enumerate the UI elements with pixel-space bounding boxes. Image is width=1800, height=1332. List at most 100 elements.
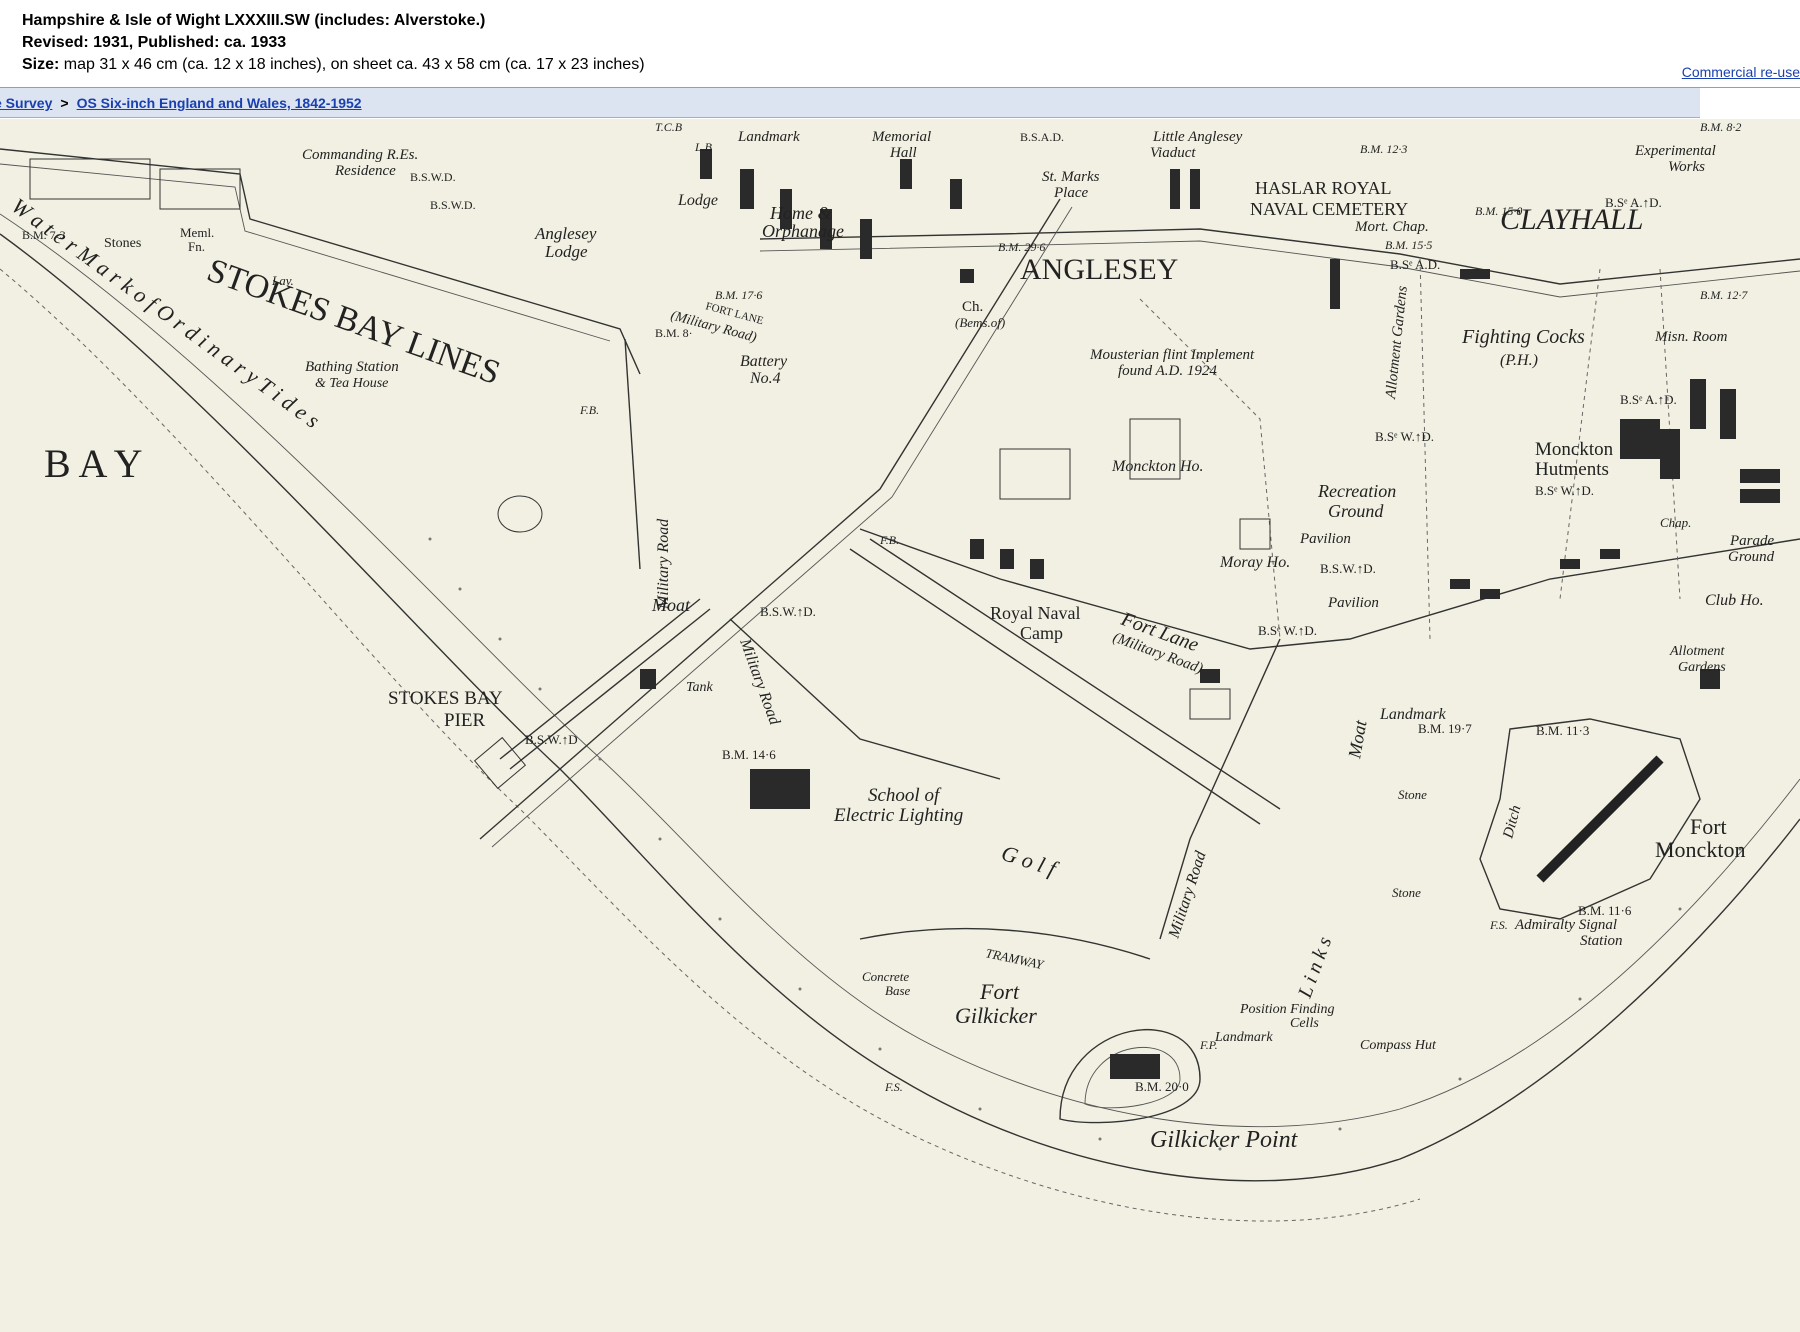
label-tank: Tank — [686, 680, 714, 695]
label-gilkicker-point: Gilkicker Point — [1150, 1127, 1299, 1153]
label-club-ho: Club Ho. — [1705, 592, 1764, 609]
label-experimental: Experimental — [1634, 143, 1716, 159]
label-allotment-gardens: Allotment Gardens — [1383, 285, 1411, 400]
map-info-header: Hampshire & Isle of Wight LXXXIII.SW (in… — [0, 0, 1800, 88]
label-moray-ho: Moray Ho. — [1219, 554, 1290, 571]
label-position-finding: Position Finding — [1239, 1002, 1335, 1017]
label-ch: Ch. — [962, 299, 983, 315]
label-ph: (P.H.) — [1500, 352, 1538, 369]
military-road-1 — [624, 338, 641, 570]
label-bm-82: B.M. 8·2 — [1700, 120, 1741, 134]
label-bm-176: B.M. 17·6 — [715, 288, 762, 302]
label-ditch: Ditch — [1500, 804, 1524, 841]
minor-path-3 — [1559, 268, 1601, 600]
label-bsa-2: B.Sᵉ A.↑D. — [1620, 392, 1677, 407]
breadcrumb-series-link[interactable]: OS Six-inch England and Wales, 1842-1952 — [77, 95, 362, 111]
label-fighting-cocks: Fighting Cocks — [1461, 326, 1585, 348]
label-bsw-3: B.S.W.↑D. — [760, 604, 816, 619]
label-moat-2: Moat — [1344, 718, 1371, 761]
label-works: Works — [1668, 159, 1705, 175]
label-commanding: Commanding R.Es. — [302, 147, 418, 163]
fort-monckton-block — [1536, 755, 1664, 883]
label-bm-116: B.M. 11·6 — [1578, 903, 1632, 918]
label-pavilion-2: Pavilion — [1327, 595, 1379, 611]
label-admiralty: Admiralty Signal — [1514, 917, 1617, 933]
fort-gilkicker-building — [1110, 1054, 1160, 1079]
label-fort-monckton: Fort — [1690, 814, 1727, 839]
label-bsa-4: B.Sᵉ A.D. — [1390, 257, 1440, 272]
label-royal-naval: Royal Naval — [990, 603, 1080, 623]
label-bsw-6: B.Sᵉ W.↑D. — [1258, 623, 1317, 638]
label-residence: Residence — [334, 163, 396, 179]
label-fp: F.P. — [1199, 1038, 1218, 1052]
label-anglesey: ANGLESEY — [1020, 253, 1178, 286]
label-stones: Stones — [104, 236, 141, 251]
label-haslar: HASLAR ROYAL — [1255, 178, 1392, 198]
map-image[interactable]: STOKES BAY LINES B A Y W a t e r M a r k… — [0, 119, 1800, 1332]
road-clayhall-2 — [759, 240, 1800, 298]
label-concrete: Concrete — [862, 969, 909, 984]
label-military-road-3: Military Road — [1165, 848, 1210, 941]
label-monckton-hutments: Monckton — [1535, 439, 1614, 460]
label-lb: L.B — [694, 140, 713, 154]
label-bsw-4: B.S.W.↑D. — [1320, 561, 1376, 576]
commercial-reuse-link[interactable]: Commercial re-use — [1682, 64, 1800, 80]
pond — [497, 495, 543, 533]
label-stone-1: Stone — [1398, 787, 1427, 802]
label-anglesey-lodge-2: Lodge — [544, 242, 588, 261]
label-bm-127: B.M. 12·7 — [1700, 288, 1748, 302]
building-outlines — [29, 158, 1271, 720]
label-compass-hut: Compass Hut — [1360, 1038, 1437, 1053]
road-diagonal-2 — [491, 206, 1073, 848]
label-gilkicker: Gilkicker — [955, 1003, 1037, 1028]
breadcrumb-survey-link[interactable]: e Survey — [0, 95, 52, 111]
label-stokes-bay-pier: STOKES BAY — [388, 688, 503, 709]
label-pier: PIER — [444, 710, 486, 731]
label-bems: (Bems.of) — [955, 315, 1005, 330]
label-moat-1: Moat — [651, 595, 691, 615]
label-st-marks: St. Marks — [1042, 169, 1100, 185]
size-label: Size: — [22, 56, 60, 73]
label-bsw-5: B.S.W.↑D — [525, 732, 578, 747]
map-sheet-title: Hampshire & Isle of Wight LXXXIII.SW (in… — [22, 12, 486, 29]
map-viewer[interactable]: STOKES BAY LINES B A Y W a t e r M a r k… — [0, 119, 1800, 1332]
label-bsa-3: B.Sᵉ A.↑D. — [1605, 195, 1662, 210]
beach-shingle — [428, 537, 1742, 1151]
label-recreation: Recreation — [1317, 481, 1396, 501]
label-battery: Battery — [740, 353, 788, 370]
label-allotment: Allotment — [1669, 644, 1726, 659]
label-bsw-7: B.Sᵉ W.↑D. — [1375, 429, 1434, 444]
label-bm-73: B.M. 7·3 — [22, 228, 66, 242]
label-naval-cemetery: NAVAL CEMETERY — [1250, 199, 1408, 219]
label-hutments: Hutments — [1535, 459, 1609, 480]
label-landmark-top: Landmark — [737, 129, 800, 145]
label-mousterian: Mousterian flint Implement — [1089, 347, 1255, 363]
low-water-mark — [0, 268, 1421, 1222]
label-base: Base — [885, 983, 911, 998]
label-pavilion-1: Pavilion — [1299, 531, 1351, 547]
road-clayhall — [759, 228, 1800, 285]
label-orphanage: Orphanage — [762, 221, 844, 241]
label-ground: Ground — [1328, 501, 1384, 521]
label-memorial: Memorial — [871, 129, 931, 145]
label-place: Place — [1053, 185, 1088, 201]
label-bsw-2: B.S.W.D. — [410, 170, 456, 184]
label-tea-house: & Tea House — [315, 376, 388, 391]
size-info: Size: map 31 x 46 cm (ca. 12 x 18 inches… — [22, 56, 645, 74]
label-fb-2: F.B. — [879, 533, 899, 547]
label-hall: Hall — [889, 145, 917, 161]
label-found: found A.D. 1924 — [1118, 363, 1217, 379]
breadcrumb-separator: > — [60, 95, 69, 111]
label-bsw-8: B.Sᵉ W.↑D. — [1535, 483, 1594, 498]
label-fs-2: F.S. — [1489, 918, 1508, 932]
label-military-road-2: Military Road — [736, 636, 784, 728]
label-bm-113: B.M. 11·3 — [1536, 723, 1589, 738]
label-station: Station — [1580, 933, 1623, 949]
label-lav: Lav. — [271, 273, 294, 288]
label-chap: Chap. — [1660, 515, 1691, 530]
label-links: L i n k s — [1294, 934, 1337, 1002]
label-monckton: Monckton — [1655, 837, 1745, 862]
label-camp: Camp — [1020, 623, 1063, 643]
label-cells: Cells — [1290, 1016, 1319, 1031]
label-fs: F.S. — [884, 1080, 903, 1094]
